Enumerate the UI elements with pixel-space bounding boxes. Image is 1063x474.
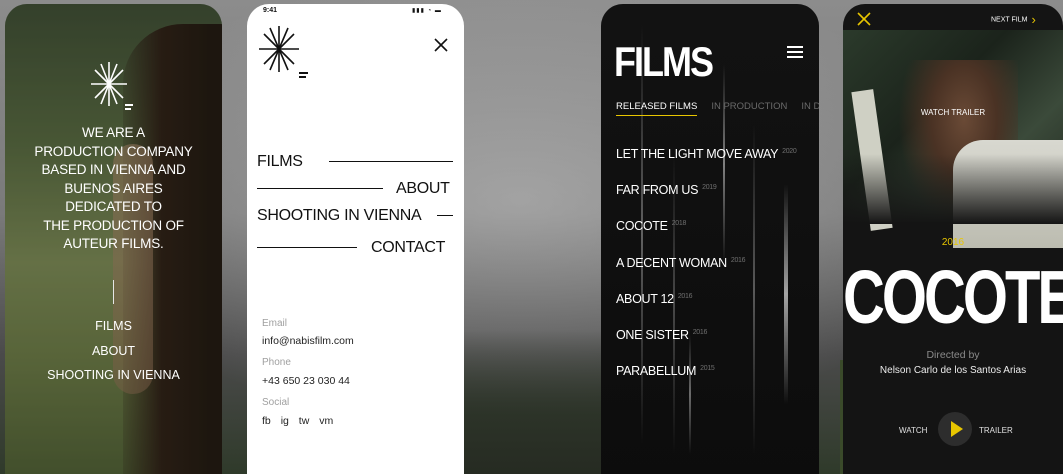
headline-line: PRODUCTION COMPANY [34,143,193,159]
directed-by-label: Directed by [926,349,980,361]
film-item[interactable]: LET THE LIGHT MOVE AWAY 2020 [616,147,797,161]
film-item[interactable]: PARABELLUM 2015 [616,364,715,378]
next-film-button[interactable]: NEXT FILM › [991,12,1036,27]
trailer-button[interactable]: TRAILER [979,426,1013,435]
close-icon[interactable] [857,12,871,26]
menu-item-films[interactable]: FILMS [257,153,303,171]
watch-trailer-link[interactable]: WATCH TRAILER [843,108,1063,117]
page-title: FILMS [614,38,714,86]
film-title: COCOTE [843,255,1063,340]
email-value[interactable]: info@nabisfilm.com [262,335,354,347]
menu-item-contact[interactable]: CONTACT [371,239,445,257]
tab-released-films[interactable]: RELEASED FILMS [616,101,698,116]
film-item[interactable]: FAR FROM US 2019 [616,183,717,197]
headline-line: THE PRODUCTION OF [43,217,184,233]
film-title: FAR FROM US [616,183,699,197]
menu-item-about[interactable]: ABOUT [396,180,450,198]
film-title: A DECENT WOMAN [616,256,727,270]
film-title: PARABELLUM [616,364,697,378]
nav-link-about[interactable]: ABOUT [5,339,222,364]
film-year: 2016 [941,237,965,248]
film-year: 2019 [702,183,717,191]
watch-button[interactable]: WATCH [899,426,927,435]
film-year: 2016 [730,256,746,264]
film-title: ABOUT 12 [616,292,674,306]
film-title: ONE SISTER [616,328,689,342]
headline-line: BASED IN VIENNA AND [41,162,186,177]
nav-link-films[interactable]: FILMS [5,314,222,339]
email-label: Email [262,318,288,329]
film-item[interactable]: ONE SISTER 2016 [616,328,707,342]
film-title: COCOTE [616,219,668,233]
logo-icon [91,62,133,110]
menu-screen: 9:41 ▮▮▮ ◔ ▬ FILMS ABOUT SHOOTING IN VIE… [247,4,464,474]
nav-link-shooting-in-vienna[interactable]: SHOOTING IN VIENNA [5,363,222,388]
home-nav: FILMS ABOUT SHOOTING IN VIENNA [5,314,222,388]
film-item[interactable]: A DECENT WOMAN 2016 [616,256,746,270]
menu-line [257,247,357,248]
phone-label: Phone [262,357,291,368]
next-film-label: NEXT FILM [991,16,1028,24]
social-link-vm[interactable]: vm [319,415,333,427]
film-year: 2016 [692,328,708,336]
play-icon[interactable] [938,412,972,446]
film-title: LET THE LIGHT MOVE AWAY [616,147,779,161]
social-link-tw[interactable]: tw [299,415,310,427]
close-icon[interactable] [433,37,449,53]
film-year: 2015 [700,364,715,372]
menu-line [257,188,383,189]
headline-line: AUTEUR FILMS. [63,236,164,251]
tab-in-production[interactable]: IN PRODUCTION [711,101,787,112]
phone-value[interactable]: +43 650 23 030 44 [262,375,350,387]
film-year: 2018 [671,219,687,227]
divider [113,280,114,304]
hamburger-menu-icon[interactable] [787,46,803,61]
films-screen: FILMS RELEASED FILMSIN PRODUCTIONIN DEV … [601,4,819,474]
status-icons: ▮▮▮ ◔ ▬ [412,8,442,14]
social-link-fb[interactable]: fb [262,415,271,427]
film-detail-screen: NEXT FILM › WATCH TRAILER 2016 COCOTE Dir… [843,4,1063,474]
chevron-right-icon: › [1031,12,1036,27]
social-link-ig[interactable]: ig [281,415,289,427]
film-tabs: RELEASED FILMS IN PRODUCTION IN DEV [616,101,819,116]
menu-line [329,161,453,162]
film-year: 2016 [677,292,693,300]
film-year: 2020 [782,147,797,155]
menu-line [437,215,453,216]
social-links: fb ig tw vm [262,415,340,427]
director-name: Nelson Carlo de los Santos Arias [879,365,1027,376]
logo-icon [259,26,308,78]
headline-line: WE ARE A [82,125,145,140]
home-screen: WE ARE A PRODUCTION COMPANY BASED IN VIE… [5,4,222,474]
status-time: 9:41 [263,7,278,14]
film-item[interactable]: COCOTE 2018 [616,219,686,233]
headline-line: BUENOS AIRES [64,180,163,196]
headline-line: DEDICATED TO [65,199,162,214]
menu-item-shooting-in-vienna[interactable]: SHOOTING IN VIENNA [257,207,422,225]
social-label: Social [262,397,290,408]
film-still-fade [843,154,1063,224]
film-item[interactable]: ABOUT 12 2016 [616,292,692,306]
tab-in-development[interactable]: IN DEV [801,101,819,112]
headline: WE ARE A PRODUCTION COMPANY BASED IN VIE… [5,124,222,254]
